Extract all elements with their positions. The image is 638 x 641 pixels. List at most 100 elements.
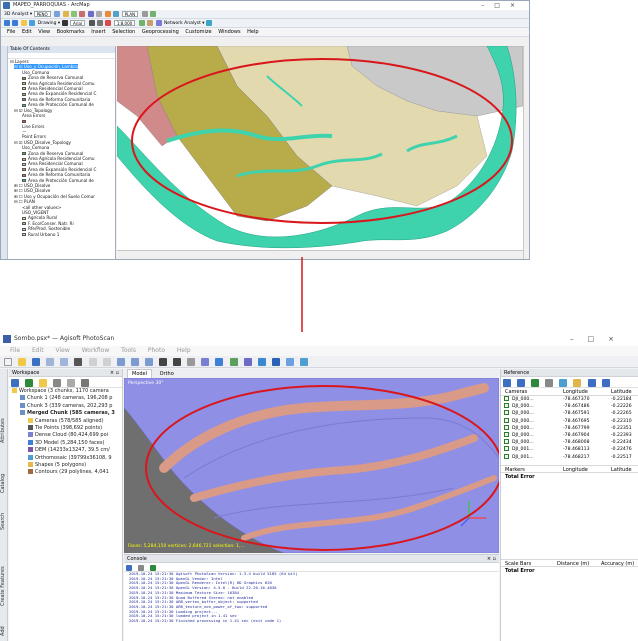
workspace-tree-item[interactable]: Shapes (5 polygons)	[9, 461, 122, 469]
model-viewport[interactable]: Perspective 30° Faces: 5,284,150 vertice…	[124, 378, 499, 553]
camera-checkbox[interactable]	[504, 417, 509, 423]
view-source-icon[interactable]	[587, 379, 596, 387]
shaded-model-icon[interactable]	[215, 358, 224, 366]
navigation-icon[interactable]	[74, 358, 83, 366]
rectangle-select-icon[interactable]	[88, 358, 97, 366]
point-cloud-icon[interactable]	[187, 358, 196, 366]
camera-row[interactable]: DJI_000... -78.467799 -0.22351	[501, 424, 638, 432]
drawing-menu[interactable]: Drawing ▾	[38, 21, 60, 26]
camera-row[interactable]: DJI_000... -78.467486 -0.22226	[501, 403, 638, 410]
view-errors-icon[interactable]	[601, 379, 610, 387]
toc-item[interactable]: Rural Urbano 1	[8, 232, 115, 237]
ps-menu-help[interactable]: Help	[177, 347, 191, 354]
export-icon[interactable]	[517, 379, 526, 387]
arc-tool-icon[interactable]	[96, 11, 103, 17]
globe-icon[interactable]	[29, 20, 36, 26]
menu-insert[interactable]: Insert	[91, 29, 105, 35]
menu-geoprocessing[interactable]: Geoprocessing	[142, 29, 179, 35]
dense-cloud-icon[interactable]	[201, 358, 210, 366]
ps-menu-workflow[interactable]: Workflow	[82, 347, 110, 354]
wireframe-icon[interactable]	[243, 358, 252, 366]
menu-bookmarks[interactable]: Bookmarks	[57, 29, 85, 35]
camera-row[interactable]: DJI_000... -78.467370 -0.22184	[501, 396, 638, 403]
arcmap-window-controls[interactable]: –□×	[481, 1, 525, 10]
open-folder-icon[interactable]	[18, 358, 27, 366]
photoscan-window-controls[interactable]: –□×	[570, 332, 628, 346]
arc-tool-icon[interactable]	[71, 11, 78, 17]
arc-tool-icon[interactable]	[147, 20, 154, 26]
cameras-col-name[interactable]: Cameras	[505, 388, 527, 396]
camera-checkbox[interactable]	[504, 446, 509, 452]
network-analyst-menu[interactable]: Network Analyst ▾	[164, 21, 205, 26]
markers-col-longitude[interactable]: Longitude	[563, 466, 588, 474]
menu-customize[interactable]: Customize	[185, 29, 211, 35]
arcmap-map-view[interactable]	[117, 46, 523, 250]
arc-tool-icon[interactable]	[155, 20, 162, 26]
add-chunk-icon[interactable]	[11, 379, 19, 387]
arc-tool-icon[interactable]	[141, 11, 148, 17]
fill-color-icon[interactable]	[105, 20, 112, 26]
solid-model-icon[interactable]	[229, 358, 238, 366]
side-tab-attributes[interactable]: Attributes	[0, 411, 8, 451]
side-tab-add[interactable]: Add	[0, 624, 8, 638]
arcmap-vertical-scrollbar[interactable]	[523, 46, 529, 259]
update-icon[interactable]	[559, 379, 568, 387]
tab-model[interactable]: Model	[127, 369, 153, 378]
camera-checkbox[interactable]	[504, 439, 509, 445]
plan-combo[interactable]: PLAN	[121, 10, 139, 17]
scale-combo[interactable]: 1:8,000	[113, 19, 136, 26]
arcmap-toolbar-3d-analyst[interactable]: 3D Analyst ▾	[4, 12, 32, 17]
scalebars-col-accuracy[interactable]: Accuracy (m)	[601, 560, 634, 568]
disable-icon[interactable]	[67, 379, 76, 387]
side-tab-catalog[interactable]: Catalog	[0, 467, 8, 499]
camera-row[interactable]: DJI_000... -78.467695 -0.22310	[501, 417, 638, 425]
arc-tool-icon[interactable]	[79, 11, 86, 17]
font-combo[interactable]: Arial	[70, 19, 86, 26]
workspace-tree-item[interactable]: Contours (29 polylines, 4,041	[9, 469, 122, 476]
side-tab-search[interactable]: Search	[0, 507, 8, 535]
zoom-in-icon[interactable]	[4, 20, 10, 26]
camera-row[interactable]: DJI_000... -78.468008 -0.22434	[501, 439, 638, 446]
enable-icon[interactable]	[53, 379, 62, 387]
ps-menu-tools[interactable]: Tools	[121, 347, 136, 354]
workspace-tree-item[interactable]: Tie Points (398,692 points)	[9, 424, 122, 432]
workspace-tree-item[interactable]: DEM (14233x13247, 39.5 cm/	[9, 447, 122, 454]
arc-tool-icon[interactable]	[87, 11, 94, 17]
arc-tool-icon[interactable]	[206, 20, 212, 26]
redo-icon[interactable]	[60, 358, 69, 366]
arc-tool-icon[interactable]	[113, 11, 120, 17]
circle-select-icon[interactable]	[102, 358, 111, 366]
arcmap-toolbar-row-1[interactable]: 3D Analyst ▾ PENO PLAN	[1, 10, 529, 19]
arc-tool-icon[interactable]	[149, 11, 156, 17]
cameras-col-longitude[interactable]: Longitude	[563, 388, 588, 396]
menu-view[interactable]: View	[38, 29, 50, 35]
arc-tool-icon[interactable]	[62, 11, 69, 17]
camera-checkbox[interactable]	[504, 453, 509, 459]
camera-checkbox[interactable]	[504, 424, 509, 430]
settings-icon[interactable]	[573, 379, 582, 387]
workspace-tree-item[interactable]: Chunk 1 (248 cameras, 196,208 p	[9, 395, 122, 402]
ps-menu-file[interactable]: File	[10, 347, 20, 354]
ps-menu-edit[interactable]: Edit	[32, 347, 44, 354]
axes-icon[interactable]	[299, 358, 308, 366]
arcmap-toolbar-row-2[interactable]: Drawing ▾ Arial 1:8,000 Network Analyst …	[1, 19, 529, 28]
resize-icon[interactable]	[144, 358, 153, 366]
workspace-tree-item[interactable]: Merged Chunk (585 cameras, 3	[9, 410, 122, 417]
crop-icon[interactable]	[173, 358, 182, 366]
remove-icon[interactable]	[81, 379, 90, 387]
markers-col-name[interactable]: Markers	[505, 466, 525, 474]
camera-row[interactable]: DJI_000... -78.467904 -0.22393	[501, 431, 638, 439]
arrow-icon[interactable]	[61, 20, 68, 26]
scalebars-col-name[interactable]: Scale Bars	[505, 560, 531, 568]
add-photos-icon[interactable]	[25, 379, 34, 387]
workspace-tree-item[interactable]: Chunk 3 (339 cameras, 202,293 p	[9, 402, 122, 410]
menu-windows[interactable]: Windows	[218, 29, 240, 35]
dense-cloud-view[interactable]	[124, 378, 499, 553]
cameras-col-latitude[interactable]: Latitude	[611, 388, 632, 396]
camera-checkbox[interactable]	[504, 396, 509, 401]
camera-row[interactable]: DJI_001... -78.468113 -0.22476	[501, 446, 638, 453]
rotate-icon[interactable]	[130, 358, 139, 366]
new-file-icon[interactable]	[4, 358, 12, 366]
import-icon[interactable]	[503, 379, 511, 387]
ps-menu-photo[interactable]: Photo	[148, 347, 165, 354]
